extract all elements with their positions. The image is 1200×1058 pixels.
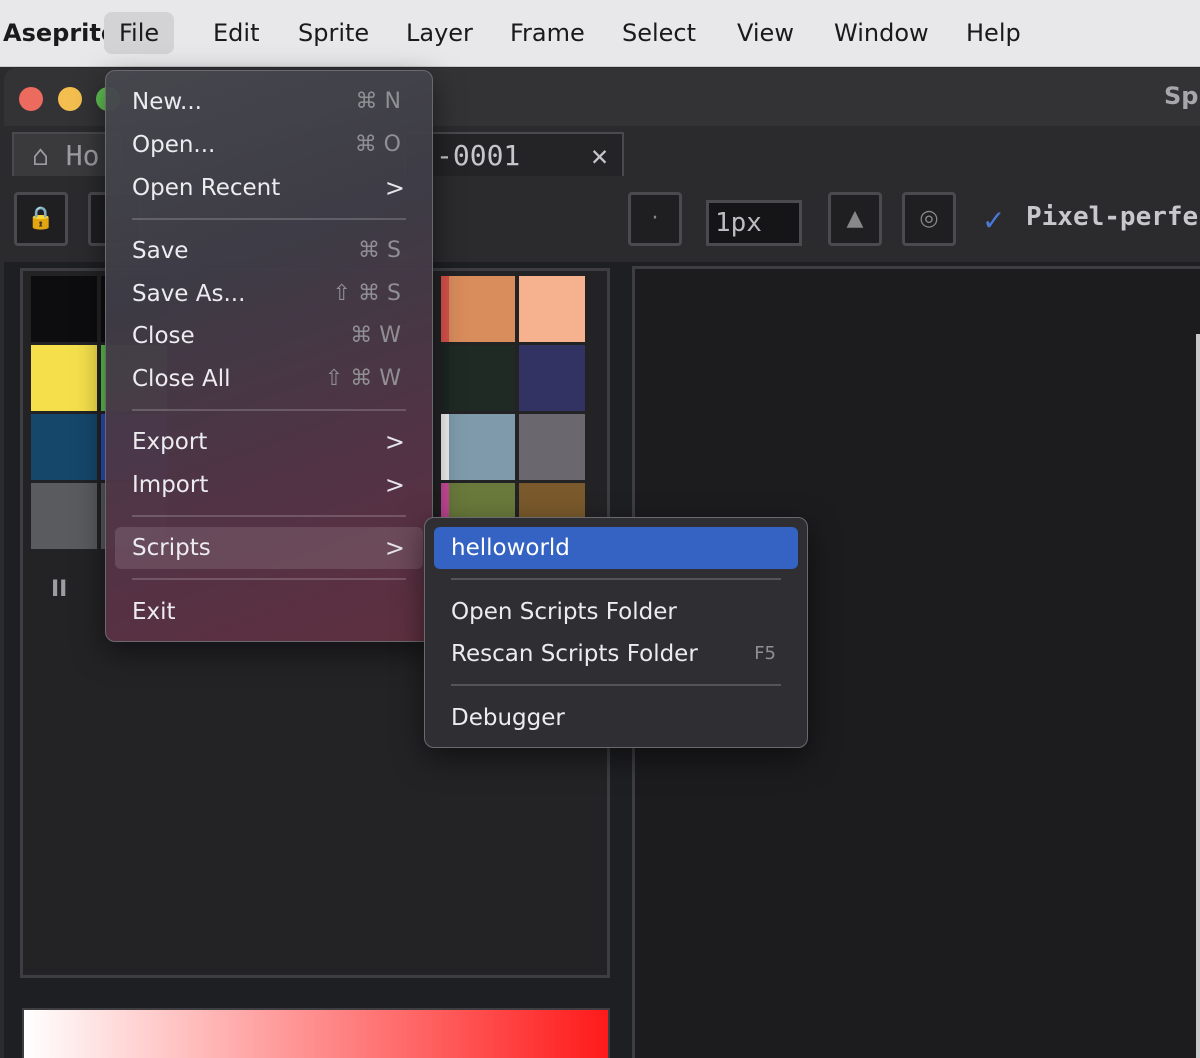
menu-item-label: Import [132,472,209,498]
menu-item-close[interactable]: Close ⌘ W [115,315,423,357]
chevron-right-icon: > [384,174,405,202]
menu-item-label: Close All [132,366,231,392]
menubar: Aseprite File Edit Sprite Layer Frame Se… [0,0,1200,67]
menubar-frame[interactable]: Frame [495,12,600,54]
menu-item-helloworld[interactable]: helloworld [434,527,798,569]
menu-shortcut: F5 [754,643,776,664]
menu-shortcut: ⌘ O [354,132,401,157]
menu-item-open-scripts-folder[interactable]: Open Scripts Folder [434,591,798,633]
menu-item-save-as[interactable]: Save As... ⇧ ⌘ S [115,273,423,315]
menu-shortcut: ⌘ S [358,238,401,263]
menubar-sprite[interactable]: Sprite [283,12,384,54]
menu-item-debugger[interactable]: Debugger [434,697,798,739]
menu-shortcut: ⇧ ⌘ S [332,281,401,306]
menu-item-label: Save As... [132,281,246,307]
menu-item-label: Open... [132,132,216,158]
menu-item-save[interactable]: Save ⌘ S [115,230,423,272]
tab-document[interactable]: -0001 ✕ [404,132,624,176]
menu-shortcut: ⌘ W [350,323,401,348]
menu-item-rescan-scripts-folder[interactable]: Rescan Scripts Folder F5 [434,633,798,675]
brush-shape-button[interactable]: · [628,192,682,246]
palette-swatch[interactable] [449,276,515,342]
menu-item-open[interactable]: Open... ⌘ O [115,124,423,166]
tab-document-label: -0001 [436,139,521,172]
palette-swatch[interactable] [519,414,585,480]
tab-home-label: Ho [65,139,100,172]
menubar-edit[interactable]: Edit [198,12,274,54]
menubar-file[interactable]: File [104,12,175,54]
menubar-view[interactable]: View [722,12,809,54]
menu-item-exit[interactable]: Exit [115,591,423,633]
menu-item-export[interactable]: Export > [115,421,423,463]
menu-separator [132,578,406,580]
menu-item-label: Export [132,429,208,455]
menu-item-label: helloworld [451,535,570,561]
brush-size-field[interactable]: 1px [706,200,802,246]
menu-separator [132,218,406,220]
menu-item-import[interactable]: Import > [115,464,423,506]
palette-swatch[interactable] [31,414,97,480]
menu-item-label: Exit [132,599,176,625]
menu-shortcut: ⇧ ⌘ W [324,366,401,391]
pause-icon[interactable]: II [51,577,67,602]
file-menu: New... ⌘ N Open... ⌘ O Open Recent > Sav… [105,70,433,642]
chevron-right-icon: > [384,428,405,456]
menu-item-open-recent[interactable]: Open Recent > [115,167,423,209]
palette-swatch[interactable] [519,276,585,342]
menu-separator [451,684,781,686]
chevron-right-icon: > [384,471,405,499]
scripts-submenu: helloworld Open Scripts Folder Rescan Sc… [424,517,808,748]
menubar-layer[interactable]: Layer [391,12,488,54]
palette-swatch[interactable] [519,345,585,411]
palette-swatch[interactable] [449,345,515,411]
pixel-perfect-checkbox[interactable]: ✓ [982,204,1005,237]
home-icon: ⌂ [32,139,49,172]
menu-item-label: Open Scripts Folder [451,599,677,625]
menu-item-label: Scripts [132,535,211,561]
close-icon[interactable]: ✕ [591,134,608,176]
menubar-window[interactable]: Window [819,12,944,54]
pixel-perfect-icon[interactable]: ◎ [902,192,956,246]
menu-item-scripts[interactable]: Scripts > [115,527,423,569]
ink-icon[interactable]: ▲ [828,192,882,246]
menu-item-label: New... [132,89,202,115]
palette-swatch[interactable] [31,483,97,549]
window-title: Sp [1164,82,1199,110]
pixel-perfect-label: Pixel-perfect [1026,202,1200,232]
palette-swatch[interactable] [31,345,97,411]
menu-shortcut: ⌘ N [355,89,401,114]
menu-item-label: Rescan Scripts Folder [451,641,698,667]
palette-swatch[interactable] [449,414,515,480]
menubar-help[interactable]: Help [951,12,1036,54]
color-gradient-bar[interactable] [22,1008,610,1058]
close-window-button[interactable] [19,87,43,111]
menu-separator [132,515,406,517]
menu-item-label: Save [132,238,189,264]
menu-item-close-all[interactable]: Close All ⇧ ⌘ W [115,358,423,400]
menu-item-label: Open Recent [132,175,281,201]
menu-separator [132,409,406,411]
menu-item-new[interactable]: New... ⌘ N [115,81,423,123]
lock-icon[interactable]: 🔒 [14,192,68,246]
canvas-edge [1196,334,1200,1058]
palette-swatch[interactable] [31,276,97,342]
minimize-window-button[interactable] [58,87,82,111]
menubar-select[interactable]: Select [607,12,711,54]
chevron-right-icon: > [384,534,405,562]
menu-item-label: Debugger [451,705,565,731]
menu-item-label: Close [132,323,195,349]
menu-separator [451,578,781,580]
